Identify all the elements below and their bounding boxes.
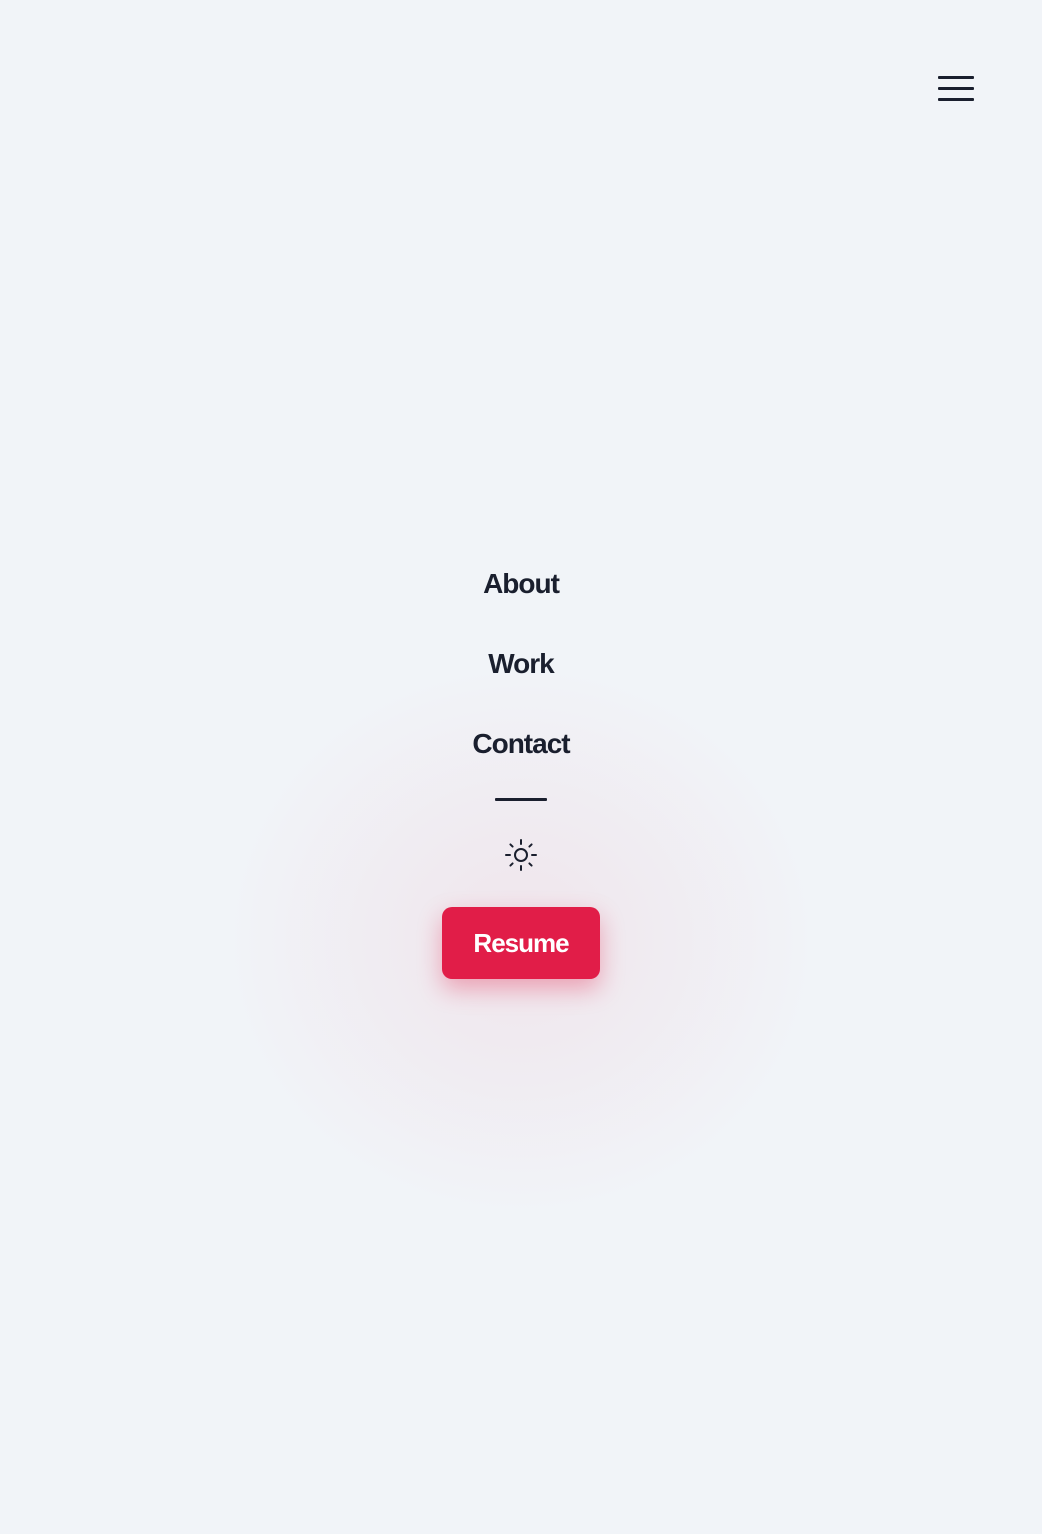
hamburger-menu-icon-bar-middle: [938, 86, 974, 90]
mobile-nav-menu: About Work Contact Resume: [0, 560, 1042, 979]
hamburger-menu-icon-bar-top: [938, 75, 974, 79]
nav-link-contact[interactable]: Contact: [472, 720, 570, 800]
hamburger-menu-button[interactable]: [930, 68, 982, 108]
nav-link-about[interactable]: About: [483, 560, 560, 640]
resume-button[interactable]: Resume: [442, 907, 600, 979]
theme-toggle-button[interactable]: [503, 837, 539, 873]
hamburger-menu-icon-bar-bottom: [938, 97, 974, 101]
page: About Work Contact Resume: [0, 0, 1042, 1534]
nav-divider: [495, 798, 547, 801]
nav-link-work[interactable]: Work: [488, 640, 554, 720]
sun-icon: [505, 839, 537, 871]
